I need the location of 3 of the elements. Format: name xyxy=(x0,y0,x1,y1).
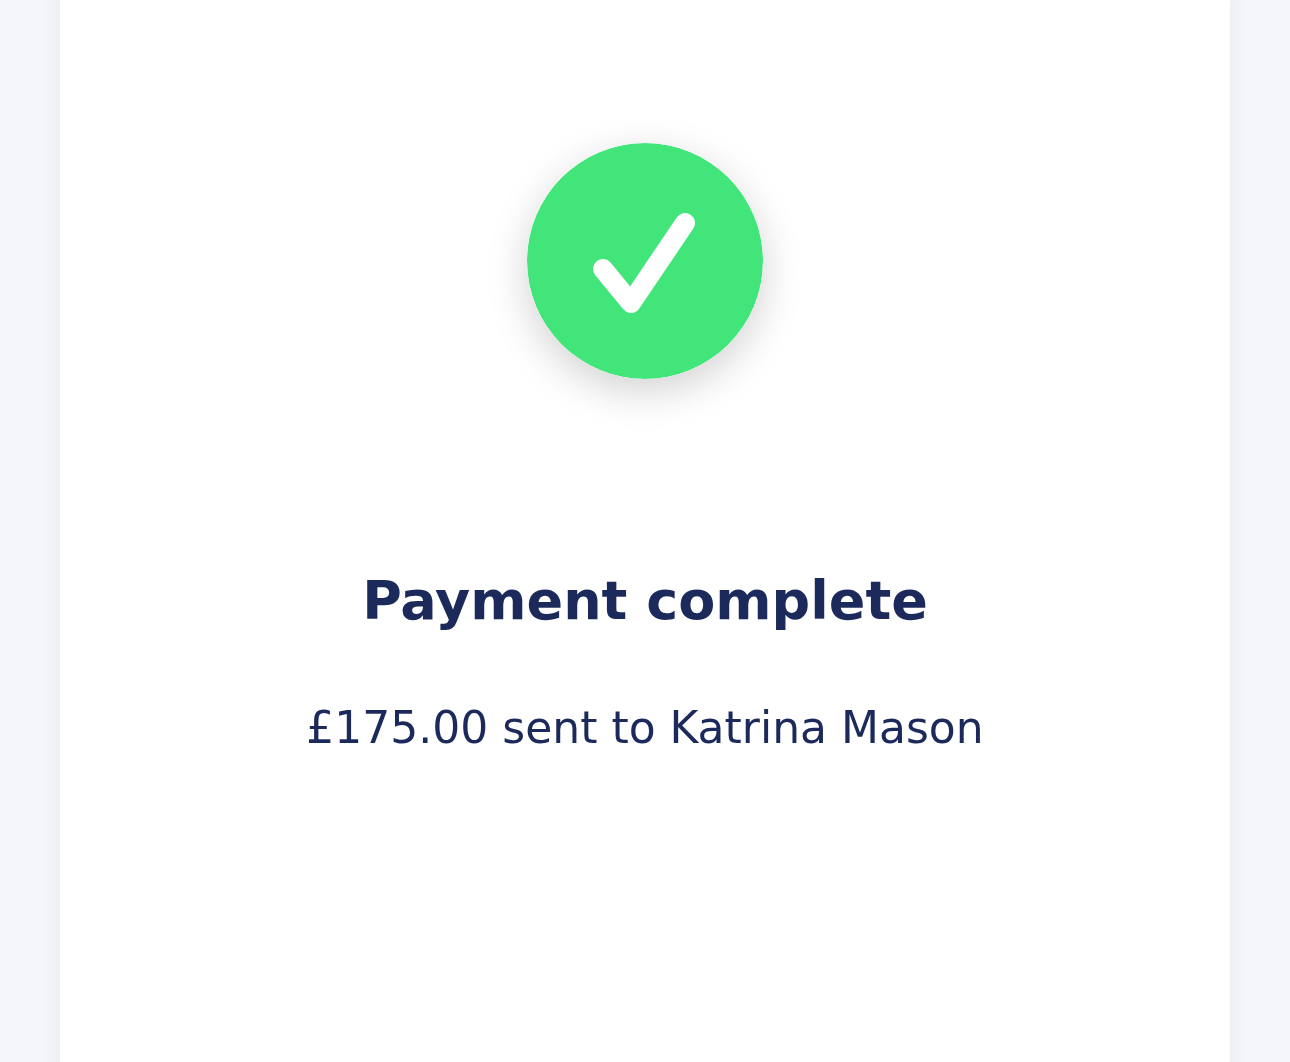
payment-message: £175.00 sent to Katrina Mason xyxy=(306,701,984,755)
title: Payment complete xyxy=(362,569,928,634)
success-check-icon xyxy=(527,143,763,379)
